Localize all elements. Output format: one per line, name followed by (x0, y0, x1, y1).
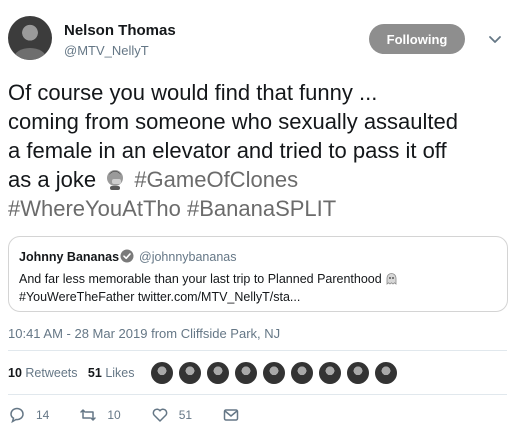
reply-count: 14 (36, 408, 50, 422)
verified-badge-icon (120, 249, 134, 263)
ghost-emoji-icon (386, 273, 397, 285)
author-name[interactable]: Nelson Thomas (64, 22, 176, 39)
hashtag-link[interactable]: #WhereYouAtTho (8, 196, 181, 221)
quoted-text: And far less memorable than your last tr… (19, 270, 398, 306)
tweet-text-line: coming from someone who sexually assault… (8, 109, 459, 134)
liker-avatar[interactable] (206, 361, 230, 385)
quoted-author-name: Johnny Bananas (19, 250, 120, 264)
liker-avatar[interactable] (178, 361, 202, 385)
quoted-text-line: #YouWereTheFather twitter.com/MTV_NellyT… (19, 290, 301, 304)
tweet-text: Of course you would find that funny ... … (8, 78, 508, 223)
retweets-count: 10 (8, 366, 22, 380)
author-avatar[interactable] (8, 16, 52, 60)
retweet-icon (80, 409, 97, 421)
like-count: 51 (178, 408, 193, 422)
tweet-text-line: a female in an elevator and tried to pas… (8, 138, 447, 163)
retweet-button[interactable]: 10 (79, 406, 121, 424)
liker-avatar[interactable] (290, 361, 314, 385)
hashtag-link[interactable]: #GameOfClones (134, 167, 298, 192)
tweet-text-line: as a joke (8, 167, 97, 192)
direct-message-button[interactable] (222, 406, 250, 424)
retweets-label: Retweets (25, 366, 78, 380)
divider (8, 350, 507, 351)
liker-avatar[interactable] (234, 361, 258, 385)
retweet-count: 10 (107, 408, 121, 422)
liker-avatar[interactable] (318, 361, 342, 385)
liker-avatar[interactable] (374, 361, 398, 385)
quoted-author-handle: @johnnybananas (139, 250, 237, 264)
divider (8, 394, 507, 395)
chevron-down-icon[interactable] (487, 31, 503, 47)
author-handle[interactable]: @MTV_NellyT (64, 43, 149, 58)
tweet-header: Nelson Thomas @MTV_NellyT Following (8, 14, 503, 70)
facepalm-emoji-icon (107, 170, 124, 190)
liker-avatar[interactable] (346, 361, 370, 385)
envelope-icon (223, 409, 239, 421)
liker-avatar[interactable] (150, 361, 174, 385)
hashtag-link[interactable]: #BananaSPLIT (187, 196, 336, 221)
likes-count: 51 (87, 366, 102, 380)
liker-avatar[interactable] (262, 361, 286, 385)
heart-icon (152, 408, 168, 422)
reply-icon (10, 407, 24, 424)
following-button[interactable]: Following (369, 24, 465, 54)
like-button[interactable]: 51 (151, 406, 192, 424)
tweet-timestamp[interactable]: 10:41 AM - 28 Mar 2019 from Cliffside Pa… (8, 326, 280, 341)
likes-stat[interactable]: 51 Likes (88, 366, 135, 380)
tweet-stats: 10 Retweets 51 Likes (8, 366, 135, 380)
reply-button[interactable]: 14 (8, 406, 49, 424)
quoted-tweet[interactable]: Johnny Bananas @johnnybananas And far le… (8, 236, 508, 312)
liker-avatars (150, 359, 402, 385)
retweets-stat[interactable]: 10 Retweets (8, 366, 78, 380)
tweet-actions: 14 10 51 (8, 406, 280, 424)
tweet-text-line: Of course you would find that funny ... (8, 80, 378, 105)
likes-label: Likes (105, 366, 135, 380)
quoted-text-line: And far less memorable than your last tr… (19, 272, 382, 286)
